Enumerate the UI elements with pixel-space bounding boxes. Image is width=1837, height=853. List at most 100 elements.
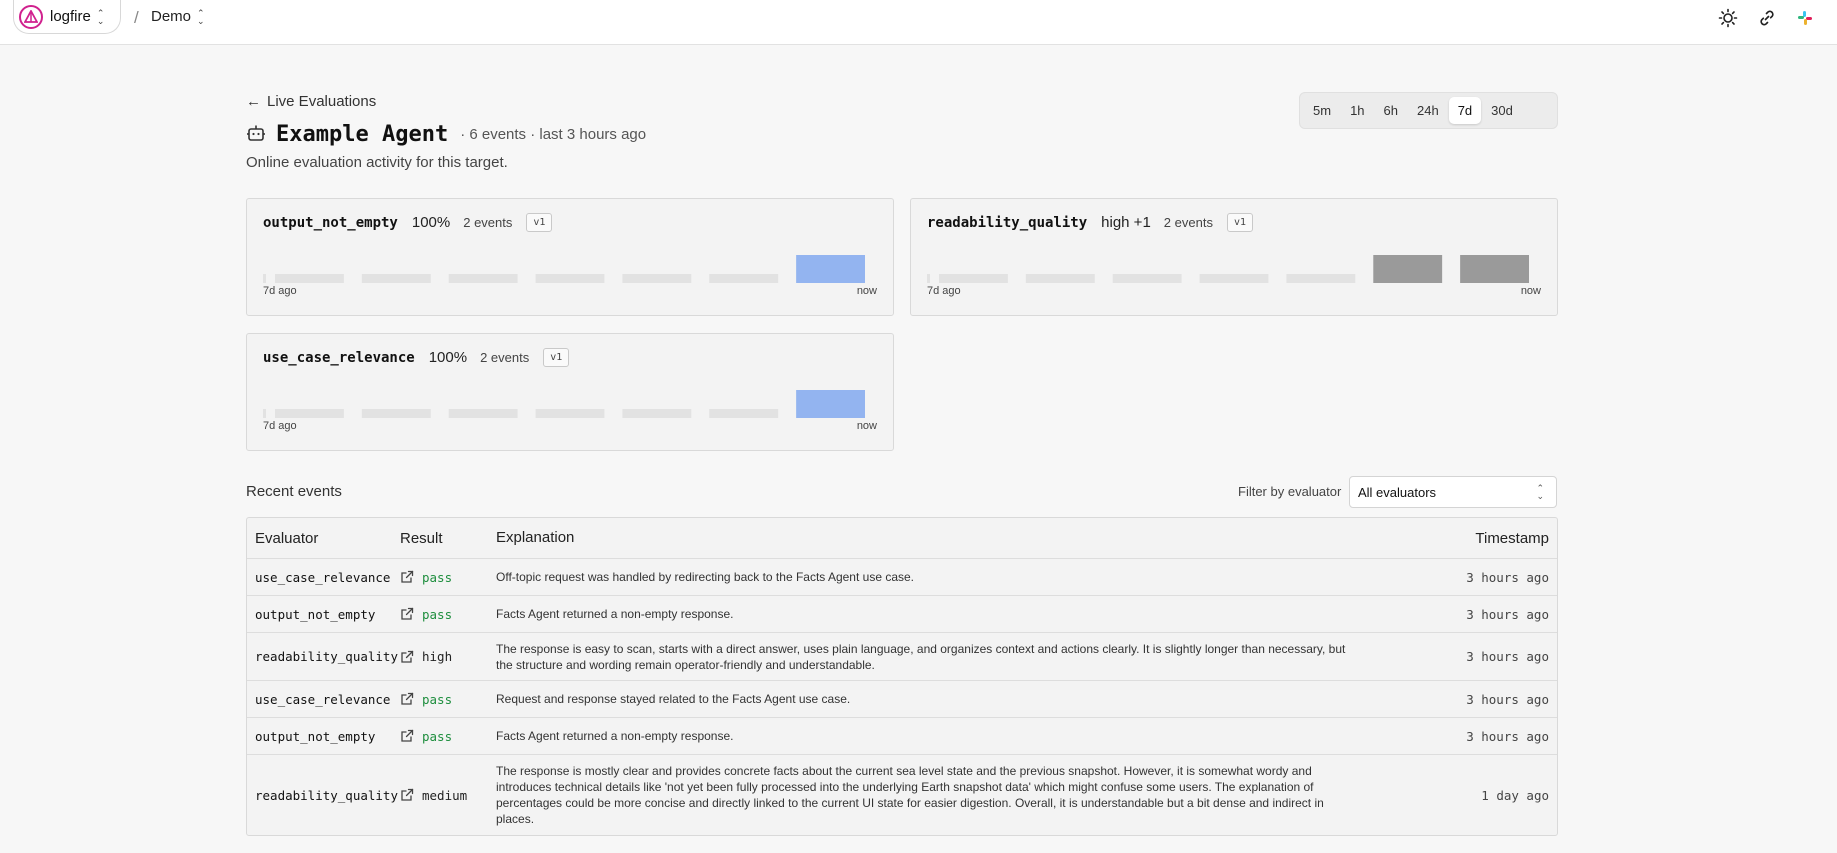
table-row[interactable]: output_not_empty pass Facts Agent returned…: [247, 718, 1557, 755]
back-link-label: Live Evaluations: [267, 93, 377, 110]
org-switcher[interactable]: logfire ⌃ ⌄: [13, 0, 121, 34]
card-score: high +1: [1101, 214, 1151, 231]
row-result-value: pass: [422, 606, 453, 622]
recent-events-table: Evaluator Result Explanation Timestamp u…: [246, 517, 1558, 836]
sparkline-tick: [263, 274, 266, 283]
time-range-selector: 5m 1h 6h 24h 7d 30d: [1299, 92, 1558, 129]
sparkline-bar: [709, 409, 779, 418]
back-link[interactable]: ← Live Evaluations: [246, 93, 376, 110]
card-event-count: 2 events: [480, 350, 530, 365]
sparkline-bar: [1286, 274, 1356, 283]
card-end-label: now: [856, 420, 877, 432]
column-header-explanation: Explanation: [496, 529, 575, 546]
evaluator-filter-select[interactable]: All evaluators ⌃ ⌄: [1349, 476, 1557, 508]
logfire-logo-icon: [19, 4, 43, 29]
row-explanation: The response is easy to scan, starts wit…: [496, 641, 1346, 672]
row-result: pass: [400, 570, 496, 585]
sparkline-bar: [622, 274, 692, 283]
filter-value: All evaluators: [1358, 484, 1437, 500]
project-name: Demo: [151, 8, 192, 25]
row-result-value: pass: [422, 691, 453, 707]
project-switcher[interactable]: Demo ⌃ ⌄: [151, 8, 205, 25]
external-link-icon[interactable]: [400, 788, 414, 802]
row-result: medium: [400, 788, 496, 803]
time-range-6h[interactable]: 6h: [1375, 97, 1407, 124]
row-evaluator: readability_quality: [255, 787, 398, 803]
table-row[interactable]: use_case_relevance pass Request and respon…: [247, 681, 1557, 718]
sparkline-tick: [263, 409, 266, 418]
title-row: Example Agent · 6 events · last 3 hours …: [246, 122, 646, 147]
card-event-count: 2 events: [463, 215, 513, 230]
time-range-30d[interactable]: 30d: [1482, 97, 1522, 124]
sparkline-tick: [927, 274, 930, 283]
evaluator-card[interactable]: use_case_relevance 100% 2 events v1 7d a…: [246, 333, 894, 451]
table-row[interactable]: readability_quality medium The response is…: [247, 755, 1557, 835]
row-timestamp: 3 hours ago: [1466, 569, 1549, 585]
time-range-7d[interactable]: 7d: [1448, 97, 1482, 124]
slack-icon[interactable]: [1794, 7, 1816, 29]
chevron-updown-icon: ⌃ ⌄: [197, 7, 205, 26]
row-result-value: pass: [422, 728, 453, 744]
external-link-icon[interactable]: [400, 570, 414, 584]
sparkline-bar: [1373, 255, 1443, 283]
row-explanation: Facts Agent returned a non-empty respons…: [496, 607, 734, 621]
evaluator-card[interactable]: readability_quality high +1 2 events v1 …: [910, 198, 1558, 316]
external-link-icon[interactable]: [400, 607, 414, 621]
card-start-label: 7d ago: [263, 420, 297, 432]
row-timestamp: 3 hours ago: [1466, 691, 1549, 707]
link-icon[interactable]: [1756, 7, 1778, 29]
breadcrumb-separator: /: [134, 8, 139, 27]
sparkline-bar: [939, 274, 1008, 283]
row-evaluator: output_not_empty: [255, 728, 376, 744]
row-timestamp: 3 hours ago: [1466, 649, 1549, 664]
card-start-label: 7d ago: [927, 285, 961, 297]
top-bar: logfire ⌃ ⌄ / Demo ⌃ ⌄: [0, 0, 1837, 45]
row-explanation: The response is mostly clear and provide…: [496, 764, 1324, 826]
card-start-label: 7d ago: [263, 285, 297, 297]
sparkline-bar: [361, 274, 431, 283]
row-evaluator: use_case_relevance: [255, 691, 391, 707]
time-range-1h[interactable]: 1h: [1341, 97, 1373, 124]
card-end-label: now: [1520, 285, 1541, 297]
external-link-icon[interactable]: [400, 650, 414, 664]
sparkline-bar: [796, 390, 865, 418]
chevron-updown-icon: ⌃ ⌄: [96, 7, 105, 26]
table-row[interactable]: use_case_relevance pass Off-topic request …: [247, 559, 1557, 596]
chevron-updown-icon: ⌃ ⌄: [1536, 483, 1544, 501]
sparkline-bar: [1025, 274, 1095, 283]
external-link-icon[interactable]: [400, 729, 414, 743]
row-evaluator: use_case_relevance: [255, 569, 391, 585]
row-timestamp: 1 day ago: [1481, 787, 1549, 803]
sparkline-bar: [1460, 255, 1529, 283]
sparkline-bar: [361, 409, 431, 418]
card-evaluator-name: use_case_relevance: [263, 349, 415, 366]
row-result: pass: [400, 692, 496, 707]
card-evaluator-name: readability_quality: [927, 214, 1088, 231]
row-result-value: high: [422, 649, 453, 664]
column-header-timestamp: Timestamp: [1475, 529, 1549, 547]
org-name: logfire: [50, 8, 91, 25]
card-sparkline: [263, 255, 865, 283]
sparkline-bar: [448, 409, 518, 418]
robot-icon: [246, 123, 266, 146]
table-row[interactable]: readability_quality high The response is e…: [247, 633, 1557, 681]
external-link-icon[interactable]: [400, 692, 414, 706]
card-version-badge: v1: [543, 348, 570, 367]
theme-toggle-icon[interactable]: [1717, 7, 1739, 29]
time-range-5m[interactable]: 5m: [1304, 97, 1340, 124]
time-range-24h[interactable]: 24h: [1408, 97, 1448, 124]
card-version-badge: v1: [526, 213, 553, 232]
row-explanation: Facts Agent returned a non-empty respons…: [496, 729, 734, 743]
row-result: pass: [400, 607, 496, 622]
row-explanation: Off-topic request was handled by redirec…: [496, 570, 915, 584]
table-row[interactable]: output_not_empty pass Facts Agent returned…: [247, 596, 1557, 633]
card-event-count: 2 events: [1163, 215, 1213, 230]
row-result-value: pass: [422, 569, 453, 585]
sparkline-bar: [796, 255, 865, 283]
row-evaluator: output_not_empty: [255, 606, 376, 622]
row-timestamp: 3 hours ago: [1466, 606, 1549, 622]
card-end-label: now: [856, 285, 877, 297]
sparkline-bar: [275, 274, 344, 283]
evaluator-card[interactable]: output_not_empty 100% 2 events v1 7d ago…: [246, 198, 894, 316]
page-title: Example Agent: [276, 122, 449, 147]
